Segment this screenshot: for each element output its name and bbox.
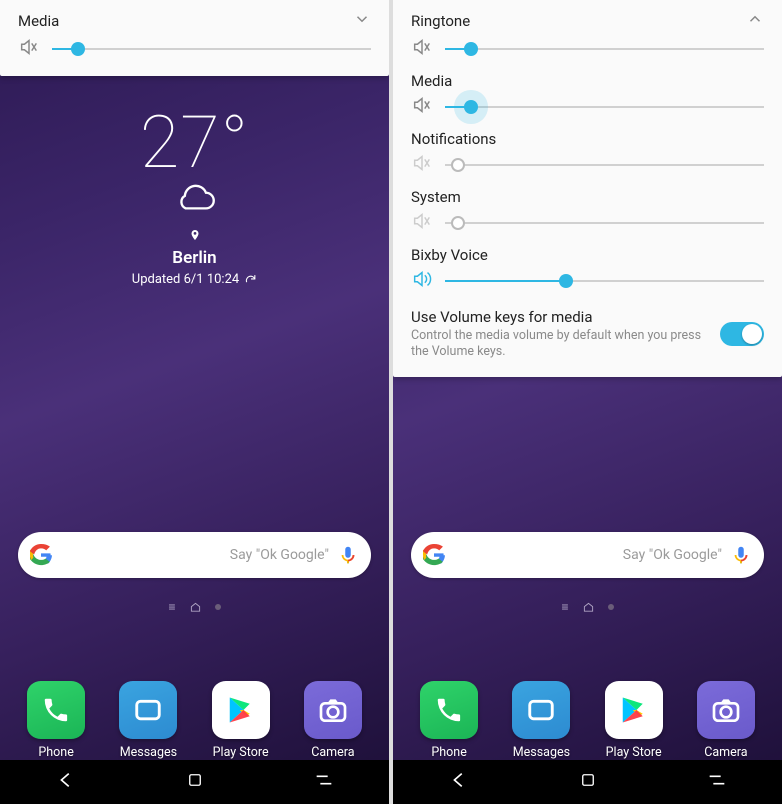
updated-label: Updated 6/1 10:24 [132, 272, 257, 287]
mute-icon[interactable] [411, 210, 433, 236]
google-logo-icon [423, 544, 445, 566]
notifications-slider[interactable] [445, 154, 764, 176]
nav-home-icon[interactable] [186, 771, 204, 793]
app-playstore[interactable]: Play Store [594, 681, 674, 760]
mute-icon[interactable] [411, 152, 433, 178]
refresh-icon[interactable] [244, 273, 257, 286]
notifications-label: Notifications [411, 130, 764, 148]
cloud-icon [170, 181, 220, 217]
mute-icon[interactable] [411, 36, 433, 62]
app-camera[interactable]: Camera [293, 681, 373, 760]
bixby-slider[interactable] [445, 270, 764, 292]
media-slider[interactable] [445, 96, 764, 118]
nav-bar [0, 760, 389, 804]
app-dock: Phone Messages Play Store Camera [0, 681, 389, 760]
ringtone-label: Ringtone [411, 12, 470, 30]
system-label: System [411, 188, 764, 206]
google-logo-icon [30, 544, 52, 566]
google-search-bar[interactable]: Say "Ok Google" [18, 532, 371, 578]
app-camera[interactable]: Camera [686, 681, 766, 760]
weather-widget[interactable]: 27° Berlin Updated 6/1 10:24 [0, 100, 389, 287]
mute-icon[interactable] [411, 94, 433, 120]
nav-back-icon[interactable] [55, 769, 77, 795]
speaker-icon[interactable] [411, 268, 433, 294]
nav-bar [393, 760, 782, 804]
system-slider[interactable] [445, 212, 764, 234]
volume-panel-expanded: Ringtone Media Notifications System [393, 0, 782, 377]
volume-panel-collapsed: Media [0, 0, 389, 76]
search-hint: Say "Ok Google" [445, 547, 730, 563]
bixby-label: Bixby Voice [411, 246, 764, 264]
collapse-icon[interactable] [746, 10, 764, 32]
mute-icon[interactable] [18, 36, 40, 62]
search-hint: Say "Ok Google" [52, 547, 337, 563]
nav-recents-icon[interactable] [706, 769, 728, 795]
city-label: Berlin [0, 248, 389, 268]
screen-right: Ringtone Media Notifications System [393, 0, 782, 804]
setting-subtitle: Control the media volume by default when… [411, 328, 708, 361]
microphone-icon[interactable] [730, 544, 752, 566]
page-indicator: ≡ [0, 600, 389, 614]
app-phone[interactable]: Phone [16, 681, 96, 760]
nav-recents-icon[interactable] [313, 769, 335, 795]
location-pin-icon [0, 227, 389, 246]
microphone-icon[interactable] [337, 544, 359, 566]
app-messages[interactable]: Messages [501, 681, 581, 760]
setting-title: Use Volume keys for media [411, 308, 708, 326]
temperature: 27° [0, 100, 389, 185]
volume-keys-setting[interactable]: Use Volume keys for media Control the me… [411, 308, 764, 361]
volume-label: Media [18, 12, 59, 30]
screen-left: Media 27° Berlin Updated 6/1 10:24 [0, 0, 389, 804]
nav-home-icon[interactable] [579, 771, 597, 793]
app-phone[interactable]: Phone [409, 681, 489, 760]
ringtone-slider[interactable] [445, 38, 764, 60]
app-playstore[interactable]: Play Store [201, 681, 281, 760]
app-messages[interactable]: Messages [108, 681, 188, 760]
media-slider[interactable] [52, 38, 371, 60]
toggle-switch[interactable] [720, 322, 764, 346]
google-search-bar[interactable]: Say "Ok Google" [411, 532, 764, 578]
app-dock: Phone Messages Play Store Camera [393, 681, 782, 760]
expand-icon[interactable] [353, 10, 371, 32]
media-label: Media [411, 72, 764, 90]
nav-back-icon[interactable] [448, 769, 470, 795]
page-indicator: ≡ [393, 600, 782, 614]
